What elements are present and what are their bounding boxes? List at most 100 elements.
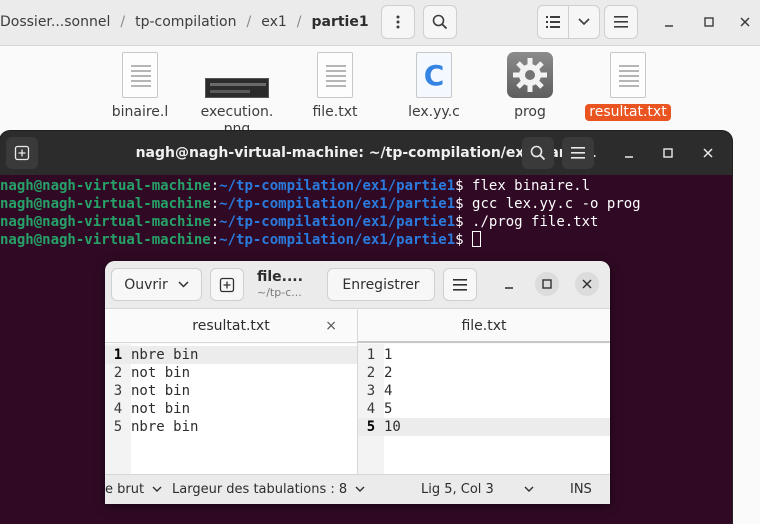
search-icon xyxy=(530,145,546,161)
document-path: ~/tp-c... xyxy=(257,286,302,299)
terminal-line: nagh@nagh-virtual-machine:~/tp-compilati… xyxy=(0,214,599,230)
tab-resultat-txt[interactable]: resultat.txt × xyxy=(105,310,357,342)
new-document-button[interactable] xyxy=(210,268,244,301)
chevron-down-icon xyxy=(578,18,590,26)
file-name: binaire.l xyxy=(111,104,169,120)
chevron-down-icon xyxy=(524,486,534,492)
terminal-close-button[interactable] xyxy=(693,137,723,169)
tab-file-txt[interactable]: file.txt xyxy=(358,310,610,343)
terminal-output[interactable]: nagh@nagh-virtual-machine:~/tp-compilati… xyxy=(0,177,732,249)
document-name: file.... xyxy=(257,269,303,285)
tab-width-selector[interactable]: Largeur des tabulations : 8 xyxy=(172,475,365,504)
file-grid: binaire.l execution. png file.txt C lex.… xyxy=(0,46,760,138)
terminal-command: ./prog file.txt xyxy=(472,214,599,230)
file-item-lex-yy-c[interactable]: C lex.yy.c xyxy=(386,52,482,121)
terminal-headerbar: nagh@nagh-virtual-machine: ~/tp-compilat… xyxy=(0,131,732,175)
list-view-icon xyxy=(545,16,560,28)
search-button[interactable] xyxy=(423,5,457,39)
editor-headerbar: Ouvrir file.... ~/tp-c... Enregistrer xyxy=(105,261,610,309)
terminal-menu-button[interactable] xyxy=(562,137,594,169)
maximize-button[interactable] xyxy=(694,5,724,39)
editor-statusbar: e brut Largeur des tabulations : 8 Lig 5… xyxy=(105,474,610,504)
tab-label: file.txt xyxy=(461,318,507,334)
more-vertical-icon xyxy=(396,15,400,29)
file-item-execution-png[interactable]: execution. png xyxy=(189,52,285,138)
maximize-icon xyxy=(704,17,714,27)
new-tab-button[interactable] xyxy=(6,137,38,169)
text-line-current[interactable]: 5 10 xyxy=(358,418,610,436)
text-file-icon xyxy=(120,52,160,98)
minimize-button[interactable] xyxy=(654,5,684,39)
text-line[interactable]: 34 xyxy=(358,382,393,400)
highlight-mode-selector[interactable]: e brut xyxy=(105,475,162,504)
view-options-button[interactable] xyxy=(569,6,599,38)
file-item-file-txt[interactable]: file.txt xyxy=(287,52,383,121)
cursor-position-selector[interactable]: Lig 5, Col 3 xyxy=(421,475,534,504)
close-button[interactable] xyxy=(730,5,760,39)
path-menu-button[interactable] xyxy=(381,5,415,39)
text-file-icon xyxy=(608,52,648,98)
terminal-minimize-button[interactable] xyxy=(614,137,644,169)
tab-close-icon[interactable]: × xyxy=(325,310,337,342)
editor-pane-left[interactable]: 1 nbre bin 2 not bin 3 not bin 4 not bin 5 nb… xyxy=(105,344,357,474)
editor-pane-right[interactable]: 11 22 34 45 5 10 xyxy=(358,344,610,474)
editor-maximize-button[interactable] xyxy=(535,272,559,296)
text-line[interactable]: 22 xyxy=(358,364,393,382)
breadcrumb-item-parent[interactable]: Dossier...sonnel xyxy=(0,14,116,30)
search-icon xyxy=(432,14,448,30)
c-source-file-icon: C xyxy=(414,52,454,98)
hamburger-menu-icon xyxy=(614,16,628,28)
editor-close-button[interactable] xyxy=(575,272,599,296)
file-item-prog[interactable]: prog xyxy=(482,52,578,121)
list-view-button[interactable] xyxy=(538,6,569,38)
view-toggle-group xyxy=(537,5,600,39)
terminal-cursor xyxy=(472,231,482,247)
file-name: lex.yy.c xyxy=(408,104,460,120)
file-name: file.txt xyxy=(312,104,358,120)
file-name: prog xyxy=(514,104,546,120)
text-line[interactable]: 4 not bin xyxy=(105,400,190,418)
text-line[interactable]: 11 xyxy=(358,346,393,364)
text-line[interactable]: 2 not bin xyxy=(105,364,190,382)
close-icon xyxy=(582,279,592,289)
maximize-icon xyxy=(663,148,673,158)
hamburger-menu-icon xyxy=(453,278,467,291)
text-line[interactable]: 3 not bin xyxy=(105,382,190,400)
editor-minimize-button[interactable] xyxy=(497,272,521,296)
text-line[interactable]: 5 nbre bin xyxy=(105,418,199,436)
close-icon xyxy=(703,148,713,158)
file-manager-headerbar: Dossier...sonnel / tp-compilation / ex1 … xyxy=(0,0,760,46)
file-item-binaire-l[interactable]: binaire.l xyxy=(92,52,188,121)
executable-gear-icon xyxy=(507,52,553,98)
terminal-maximize-button[interactable] xyxy=(653,137,683,169)
breadcrumb-separator: / xyxy=(296,14,302,30)
file-item-resultat-txt[interactable]: resultat.txt xyxy=(580,52,676,121)
breadcrumb-item-ex1[interactable]: ex1 xyxy=(255,14,293,30)
tab-label: resultat.txt xyxy=(192,318,270,334)
open-button[interactable]: Ouvrir xyxy=(111,268,202,301)
close-icon xyxy=(740,17,750,27)
insert-mode-indicator: INS xyxy=(570,482,592,497)
chevron-down-icon xyxy=(178,281,189,288)
text-line[interactable]: 1 nbre bin xyxy=(105,346,357,364)
minimize-icon xyxy=(625,156,633,158)
open-button-label: Ouvrir xyxy=(124,276,168,293)
new-tab-icon xyxy=(219,277,235,292)
main-menu-button[interactable] xyxy=(604,5,638,39)
c-letter: C xyxy=(423,59,445,92)
maximize-icon xyxy=(542,279,552,289)
text-line[interactable]: 45 xyxy=(358,400,393,418)
terminal-search-button[interactable] xyxy=(522,137,554,169)
breadcrumb-item-tp-compilation[interactable]: tp-compilation xyxy=(129,14,242,30)
image-thumbnail-icon xyxy=(205,52,269,98)
text-editor-window: Ouvrir file.... ~/tp-c... Enregistrer re… xyxy=(105,261,610,504)
text-file-icon xyxy=(315,52,355,98)
chevron-down-icon xyxy=(152,486,162,492)
breadcrumb-item-partie1[interactable]: partie1 xyxy=(305,14,374,30)
editor-menu-button[interactable] xyxy=(443,268,477,301)
terminal-line: nagh@nagh-virtual-machine:~/tp-compilati… xyxy=(0,196,641,212)
terminal-command: flex binaire.l xyxy=(472,178,591,194)
terminal-line: nagh@nagh-virtual-machine:~/tp-compilati… xyxy=(0,178,591,194)
save-button-label: Enregistrer xyxy=(342,276,420,293)
save-button[interactable]: Enregistrer xyxy=(327,268,435,301)
